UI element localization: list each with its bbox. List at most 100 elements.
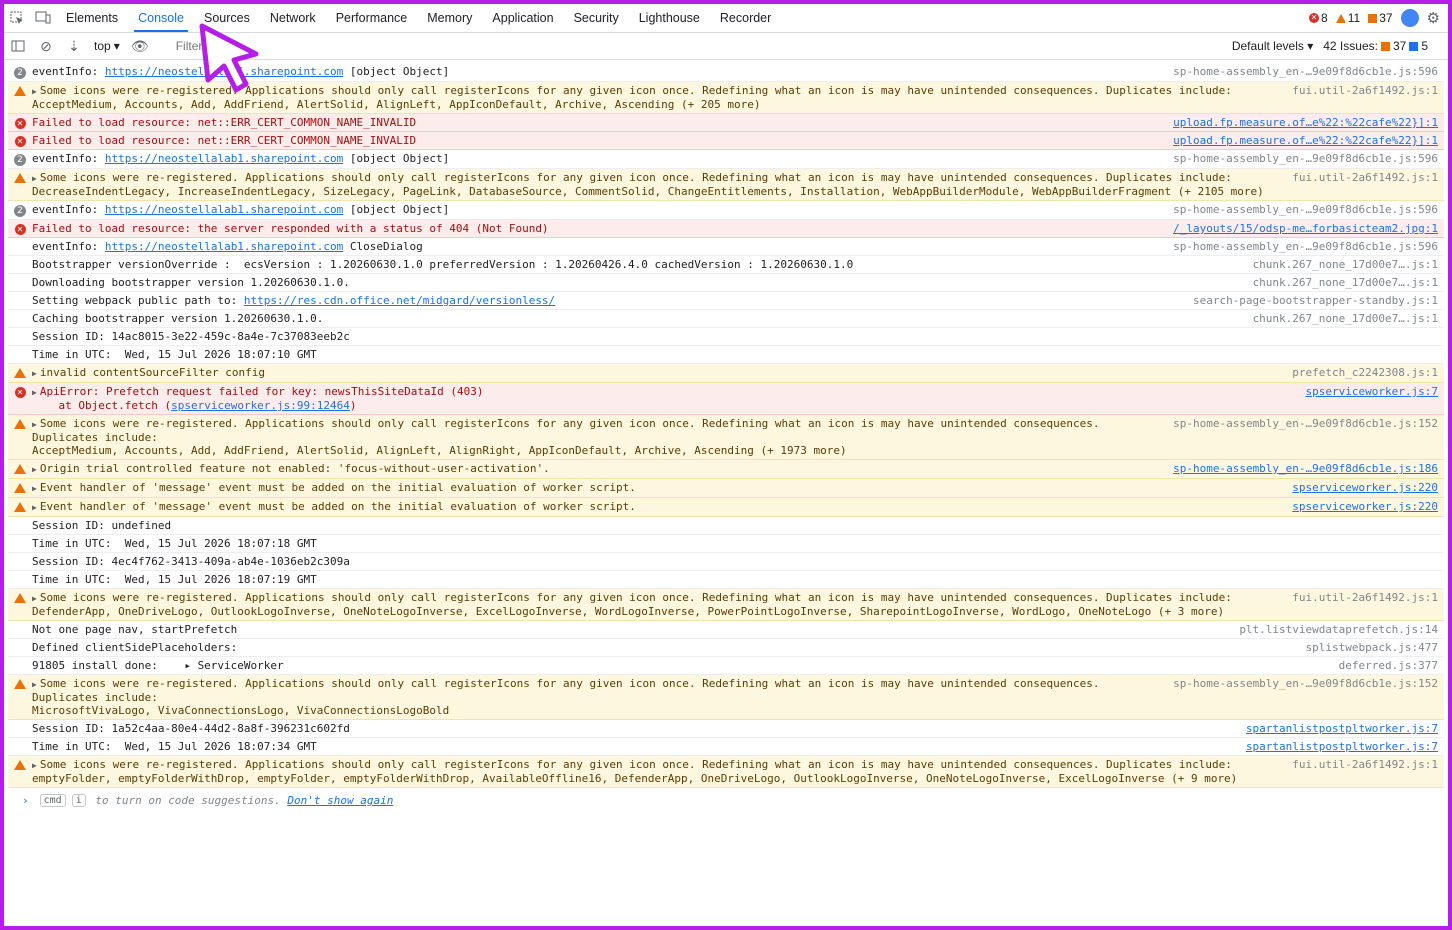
- source-location-link[interactable]: fui.util-2a6f1492.js:1: [1280, 84, 1438, 111]
- tab-lighthouse[interactable]: Lighthouse: [629, 4, 710, 32]
- source-location-link[interactable]: chunk.267_none_17d00e7….js:1: [1241, 258, 1438, 271]
- console-message-log: Not one page nav, startPrefetch plt.listv…: [8, 621, 1444, 639]
- source-location-link[interactable]: /_layouts/15/odsp-me…forbasicteam2.jpg:1: [1161, 222, 1438, 235]
- expand-triangle-icon[interactable]: ▶: [32, 503, 37, 512]
- message-text: Failed to load resource: net::ERR_CERT_C…: [32, 134, 1161, 147]
- message-text: ▶ Some icons were re-registered. Applicat…: [32, 84, 1280, 111]
- expand-triangle-icon[interactable]: ▶: [32, 87, 37, 96]
- source-location-link[interactable]: sp-home-assembly_en-…9e09f8d6cb1e.js:152: [1161, 677, 1438, 717]
- expand-triangle-icon[interactable]: ▶: [32, 174, 37, 183]
- source-location-link[interactable]: spartanlistpostpltworker.js:7: [1234, 722, 1438, 735]
- source-location-link[interactable]: fui.util-2a6f1492.js:1: [1280, 171, 1438, 198]
- source-location-link[interactable]: sp-home-assembly_en-…9e09f8d6cb1e.js:596: [1161, 152, 1438, 166]
- context-selector[interactable]: top ▾: [88, 39, 126, 53]
- tab-recorder[interactable]: Recorder: [710, 4, 781, 32]
- console-prompt[interactable]: › cmd i to turn on code suggestions. Don…: [8, 788, 1444, 807]
- tab-sources[interactable]: Sources: [194, 4, 260, 32]
- message-link[interactable]: https://neostellalab1.sharepoint.com: [105, 203, 343, 216]
- filter-input[interactable]: [173, 36, 1138, 56]
- expand-triangle-icon[interactable]: ▶: [32, 594, 37, 603]
- source-location-link[interactable]: spserviceworker.js:220: [1280, 500, 1438, 514]
- message-link[interactable]: https://neostellalab1.sharepoint.com: [105, 240, 343, 253]
- message-body: Event handler of 'message' event must be…: [39, 481, 636, 494]
- console-message-count: 2 eventInfo: https://neostellalab1.sharep…: [8, 201, 1444, 220]
- log-icon-slot: [8, 294, 32, 307]
- repeat-count: 2: [14, 154, 26, 166]
- expand-triangle-icon[interactable]: ▶: [32, 761, 37, 770]
- source-location-link[interactable]: spartanlistpostpltworker.js:7: [1234, 740, 1438, 753]
- source-location-link[interactable]: fui.util-2a6f1492.js:1: [1280, 591, 1438, 618]
- dropdown-arrow-icon: ▾: [113, 39, 120, 53]
- console-message-warn: ▶ Some icons were re-registered. Applicat…: [8, 589, 1444, 621]
- message-text: Session ID: 4ec4f762-3413-409a-ab4e-1036…: [32, 555, 1426, 568]
- inspect-element-icon[interactable]: [4, 11, 30, 25]
- message-body: 91805 install done: ▸ ServiceWorker: [32, 659, 284, 672]
- status-counters: ✕ 8 11 37 ⚙: [1309, 9, 1448, 27]
- message-link[interactable]: https://neostellalab1.sharepoint.com: [105, 65, 343, 78]
- tab-network[interactable]: Network: [260, 4, 326, 32]
- warning-icon: [8, 171, 32, 198]
- dont-show-again-link[interactable]: Don't show again: [287, 794, 393, 807]
- source-location-link[interactable]: spserviceworker.js:220: [1280, 481, 1438, 495]
- source-location-link[interactable]: prefetch_c2242308.js:1: [1280, 366, 1438, 380]
- message-link[interactable]: https://res.cdn.office.net/midgard/versi…: [244, 294, 555, 307]
- message-link[interactable]: https://neostellalab1.sharepoint.com: [105, 152, 343, 165]
- tab-security[interactable]: Security: [564, 4, 629, 32]
- log-levels-dropdown[interactable]: Default levels ▾: [1222, 39, 1323, 53]
- source-location-link[interactable]: chunk.267_none_17d00e7….js:1: [1241, 276, 1438, 289]
- message-text: ▶ Some icons were re-registered. Applicat…: [32, 171, 1280, 198]
- source-location-link[interactable]: plt.listviewdataprefetch.js:14: [1227, 623, 1438, 636]
- console-filterbar: ⊘ ⇣ top▾ 👁 Default levels ▾ 42 Issues: 3…: [4, 33, 1448, 60]
- sidebar-toggle-icon[interactable]: [4, 40, 32, 52]
- source-location-link[interactable]: sp-home-assembly_en-…9e09f8d6cb1e.js:596: [1161, 240, 1438, 253]
- console-message-err: ✕ Failed to load resource: the server res…: [8, 220, 1444, 238]
- source-location-link[interactable]: splistwebpack.js:477: [1294, 641, 1438, 654]
- source-location-link[interactable]: sp-home-assembly_en-…9e09f8d6cb1e.js:596: [1161, 65, 1438, 79]
- expand-triangle-icon[interactable]: ▶: [32, 388, 37, 397]
- error-counter[interactable]: ✕ 8: [1309, 11, 1328, 25]
- source-location-link[interactable]: spserviceworker.js:7: [1294, 385, 1438, 412]
- source-location-link[interactable]: search-page-bootstrapper-standby.js:1: [1181, 294, 1438, 307]
- source-location-link[interactable]: deferred.js:377: [1327, 659, 1438, 672]
- ai-assistant-icon[interactable]: [1400, 9, 1419, 27]
- tab-memory[interactable]: Memory: [417, 4, 482, 32]
- source-location-link[interactable]: sp-home-assembly_en-…9e09f8d6cb1e.js:596: [1161, 203, 1438, 217]
- source-location-link[interactable]: fui.util-2a6f1492.js:1: [1280, 758, 1438, 785]
- info-icon: [1409, 41, 1419, 51]
- source-location-link[interactable]: chunk.267_none_17d00e7….js:1: [1241, 312, 1438, 325]
- expand-triangle-icon[interactable]: ▶: [32, 369, 37, 378]
- clear-console-icon[interactable]: ⊘: [32, 38, 60, 55]
- expand-triangle-icon[interactable]: ▶: [32, 484, 37, 493]
- source-location-link[interactable]: sp-home-assembly_en-…9e09f8d6cb1e.js:186: [1161, 462, 1438, 476]
- issues-button[interactable]: 42 Issues: 37 5: [1323, 39, 1448, 53]
- prompt-hint: to turn on code suggestions.: [88, 794, 288, 807]
- message-body: eventInfo:: [32, 65, 105, 78]
- log-icon-slot: [8, 641, 32, 654]
- source-location-link[interactable]: upload.fp.measure.of…e%22:%22cafe%22}]:1: [1161, 116, 1438, 129]
- warning-icon: [8, 366, 32, 380]
- source-location-link[interactable]: upload.fp.measure.of…e%22:%22cafe%22}]:1: [1161, 134, 1438, 147]
- console-message-log: Session ID: 14ac8015-3e22-459c-8a4e-7c37…: [8, 328, 1444, 346]
- expand-triangle-icon[interactable]: ▶: [32, 420, 37, 429]
- warning-icon: [8, 591, 32, 618]
- tab-performance[interactable]: Performance: [326, 4, 418, 32]
- settings-gear-icon[interactable]: ⚙: [1427, 9, 1440, 27]
- tab-console[interactable]: Console: [128, 4, 194, 32]
- device-toolbar-icon[interactable]: [30, 11, 56, 25]
- source-location-link[interactable]: sp-home-assembly_en-…9e09f8d6cb1e.js:152: [1161, 417, 1438, 457]
- message-link[interactable]: spserviceworker.js:99:12464: [171, 399, 350, 412]
- message-body: Some icons were re-registered. Applicati…: [32, 171, 1264, 198]
- message-body: Failed to load resource: net::ERR_CERT_C…: [32, 134, 417, 147]
- tab-application[interactable]: Application: [482, 4, 563, 32]
- tab-elements[interactable]: Elements: [56, 4, 128, 32]
- console-message-warn: ▶ Some icons were re-registered. Applicat…: [8, 756, 1444, 788]
- eye-icon[interactable]: 👁: [126, 38, 154, 55]
- expand-triangle-icon[interactable]: ▶: [32, 465, 37, 474]
- repeat-count: 2: [14, 67, 26, 79]
- create-live-expression-icon[interactable]: ⇣: [60, 38, 88, 55]
- issue-counter[interactable]: 37: [1368, 11, 1393, 25]
- log-icon-slot: [8, 330, 32, 343]
- expand-triangle-icon[interactable]: ▶: [32, 680, 37, 689]
- message-body: Not one page nav, startPrefetch: [32, 623, 238, 636]
- warning-counter[interactable]: 11: [1335, 11, 1360, 25]
